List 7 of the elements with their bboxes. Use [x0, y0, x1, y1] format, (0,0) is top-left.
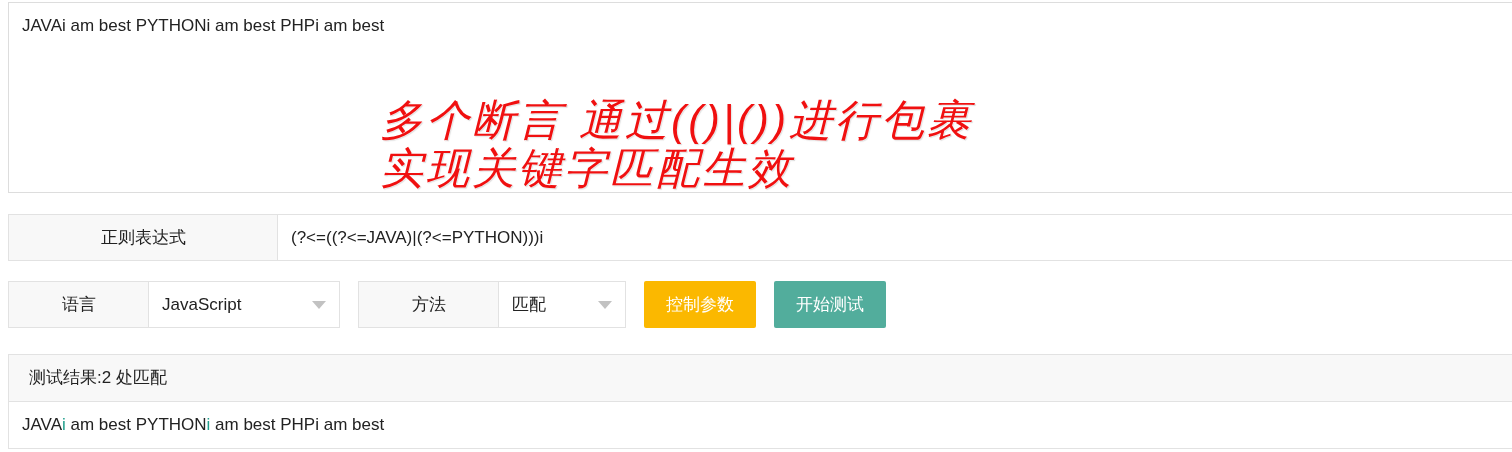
result-text: JAVAi am best PYTHONi am best PHPi am best	[22, 414, 386, 436]
regex-field[interactable]: 正则表达式 (?<=((?<=JAVA)|(?<=PYTHON)))i	[8, 214, 1512, 261]
field-label: 正则表达式	[9, 215, 278, 260]
regex-value: (?<=((?<=JAVA)|(?<=PYTHON)))i	[290, 226, 545, 249]
result-header: 测试结果:2 处匹配	[9, 355, 1512, 402]
annotation-text: 多个断言 通过(()|())进行包裹	[380, 96, 974, 144]
annotation-text: 实现关键字匹配生效	[380, 144, 794, 192]
